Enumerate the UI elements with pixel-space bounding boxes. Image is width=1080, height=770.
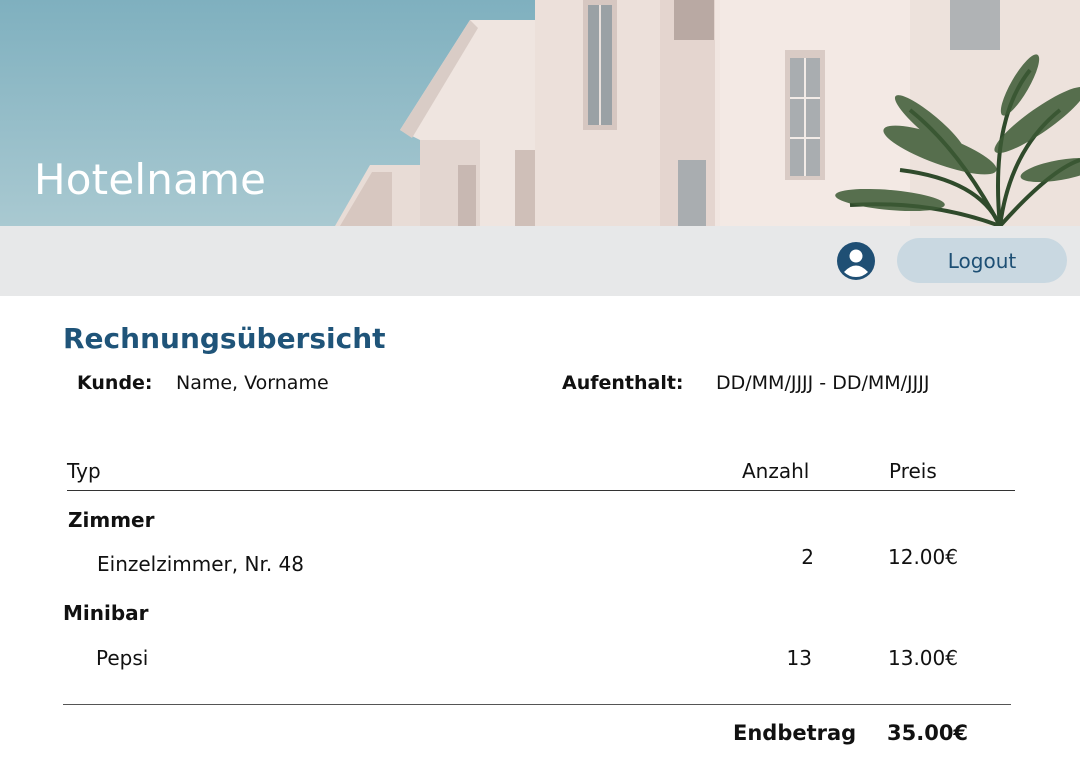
- stay-value: DD/MM/JJJJ - DD/MM/JJJJ: [716, 372, 930, 394]
- stay-label: Aufenthalt:: [562, 372, 684, 394]
- line-item-quantity: 13: [786, 646, 812, 670]
- customer-label: Kunde:: [77, 372, 153, 394]
- total-value: 35.00€: [887, 721, 969, 745]
- total-label: Endbetrag: [733, 721, 857, 745]
- column-header-price: Preis: [889, 459, 937, 483]
- hotel-name: Hotelname: [34, 155, 267, 204]
- category-heading: Minibar: [63, 601, 149, 625]
- total-divider: [63, 704, 1011, 705]
- page-title: Rechnungsübersicht: [63, 322, 386, 355]
- logout-button[interactable]: Logout: [897, 238, 1067, 283]
- line-item-price: 13.00€: [888, 646, 958, 670]
- line-item-price: 12.00€: [888, 545, 958, 569]
- user-circle-icon[interactable]: [837, 242, 875, 280]
- line-item-label: Einzelzimmer, Nr. 48: [97, 552, 305, 576]
- header-banner: Hotelname: [0, 0, 1080, 226]
- line-item-label: Pepsi: [96, 646, 149, 670]
- table-header-divider: [67, 490, 1015, 491]
- category-heading: Zimmer: [68, 508, 155, 532]
- line-item-quantity: 2: [801, 545, 814, 569]
- column-header-type: Typ: [67, 459, 101, 483]
- column-header-quantity: Anzahl: [742, 459, 810, 483]
- customer-value: Name, Vorname: [176, 372, 329, 394]
